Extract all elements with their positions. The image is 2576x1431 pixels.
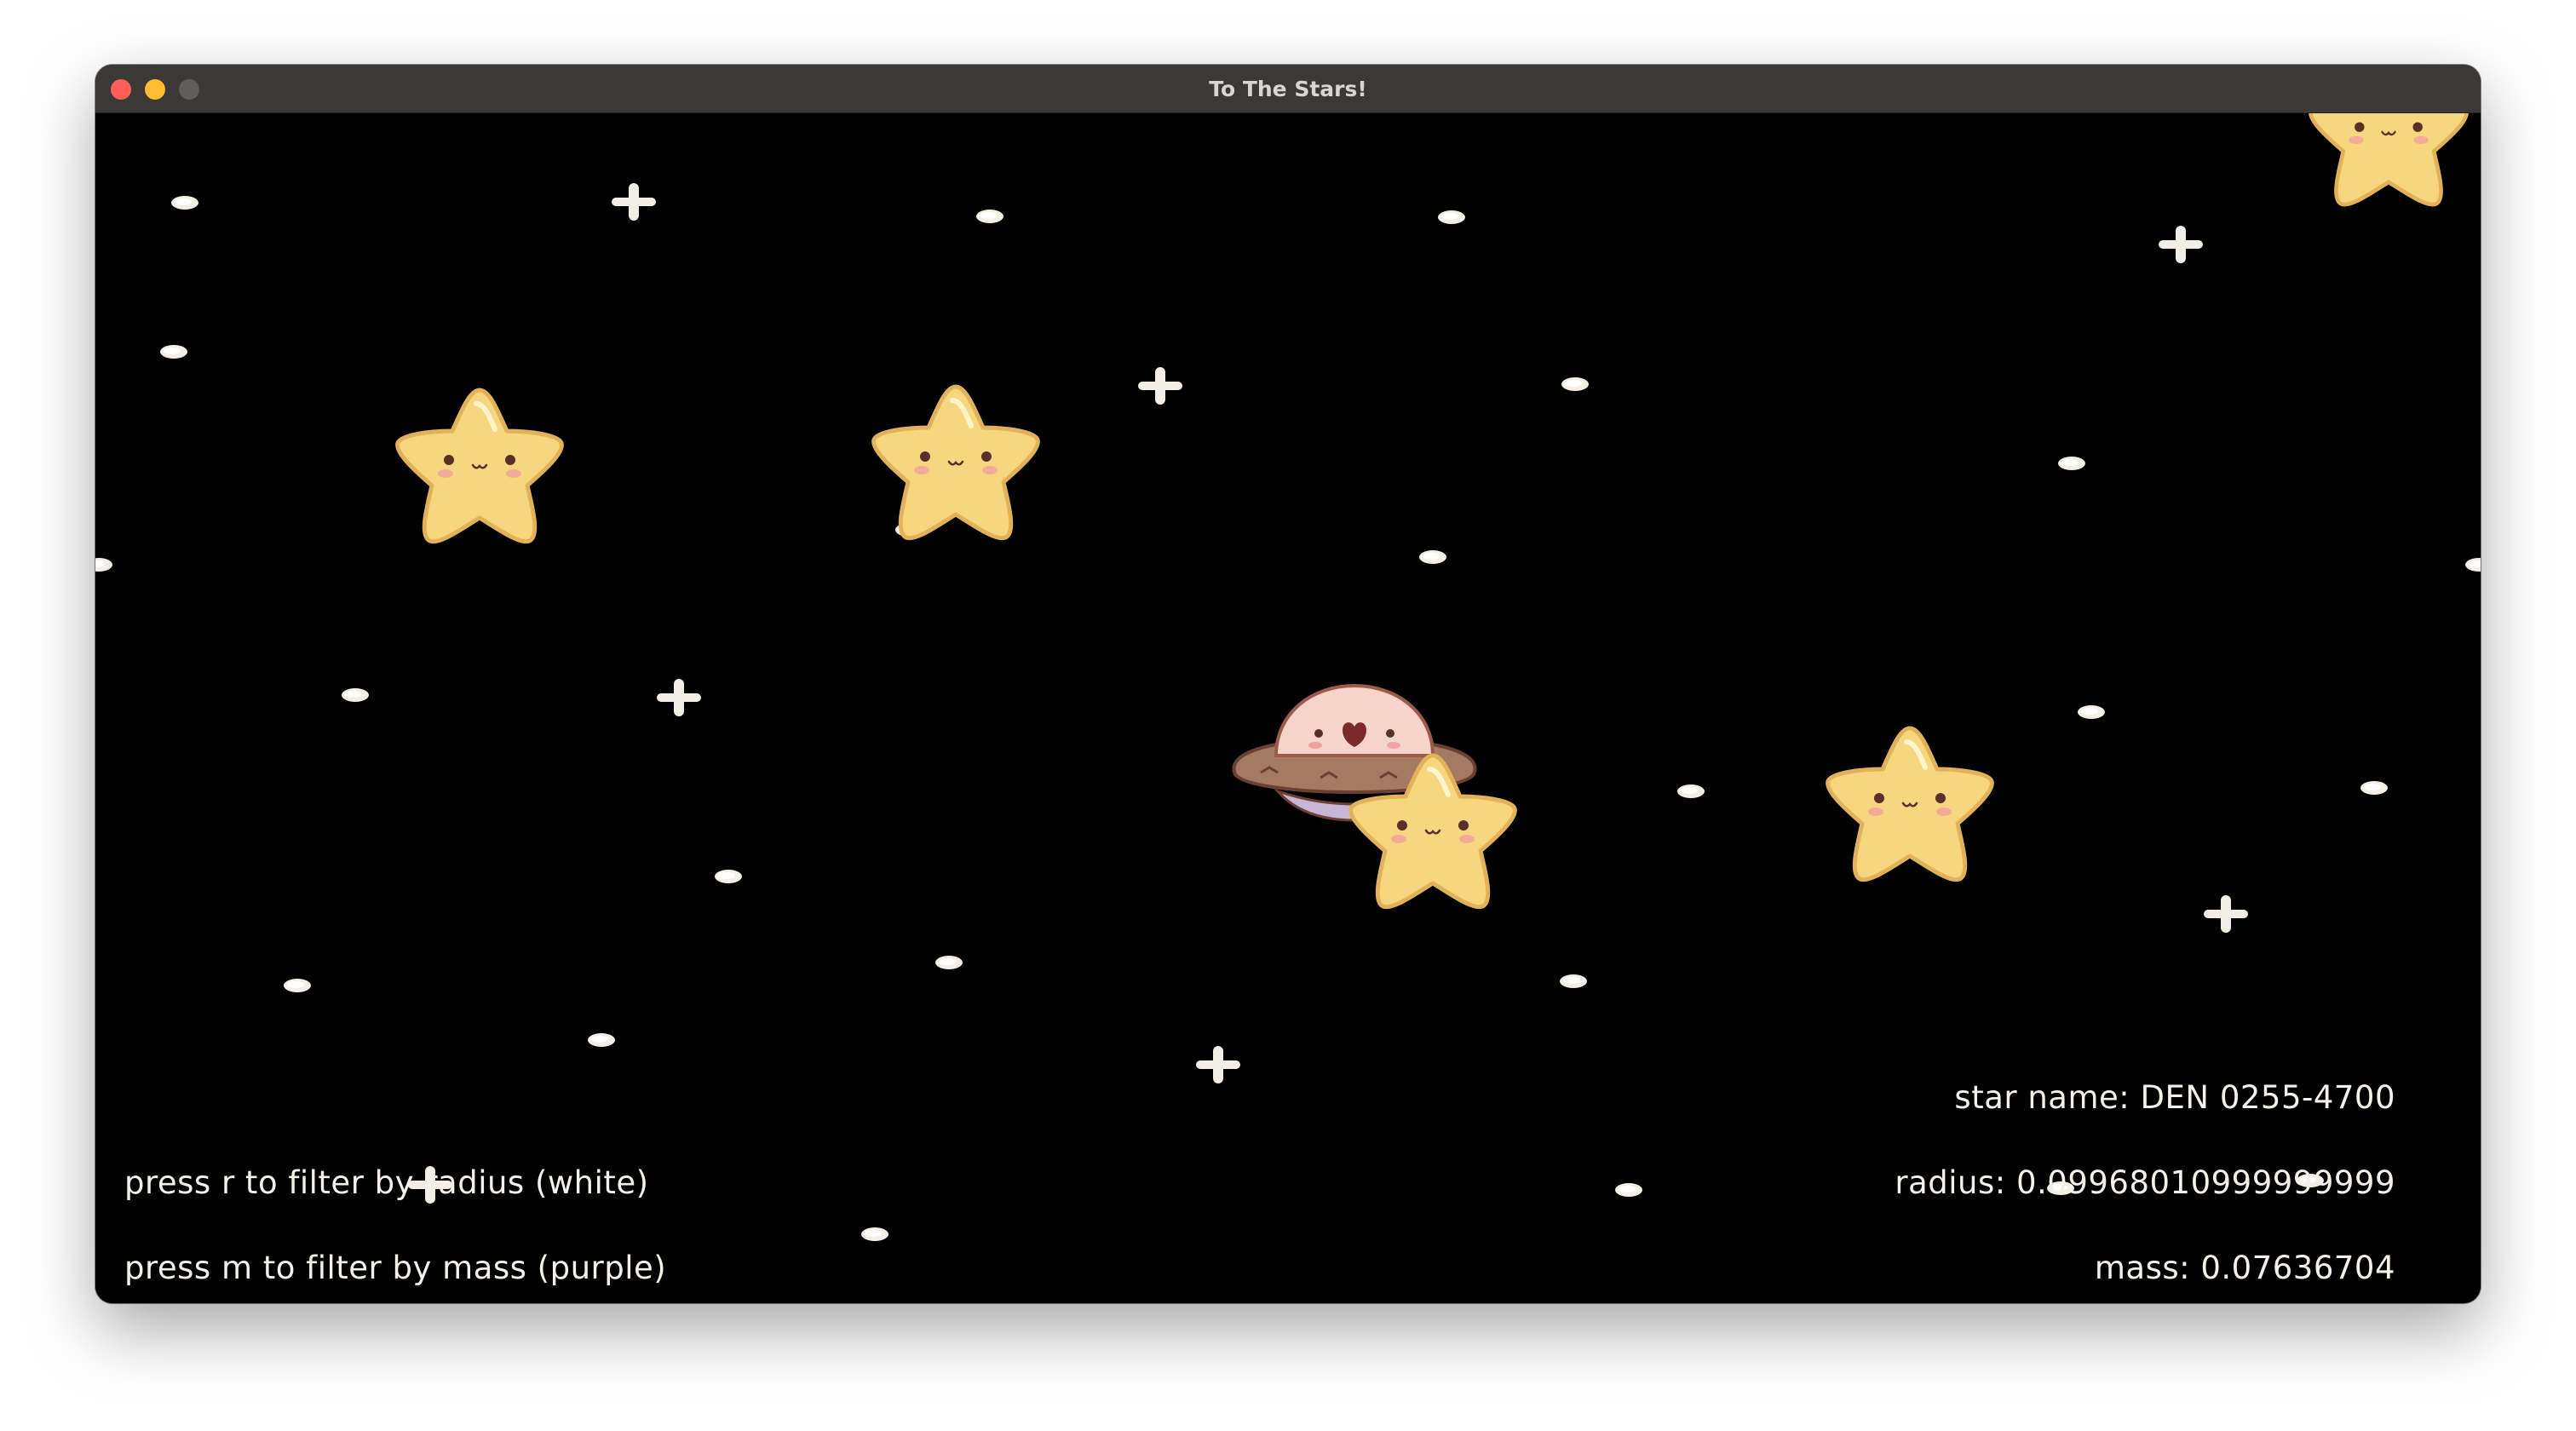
game-canvas[interactable]: press r to filter by radius (white) pres… bbox=[95, 113, 2481, 1303]
cute-star-icon bbox=[1828, 728, 1992, 880]
title-bar[interactable]: To The Stars! bbox=[95, 65, 2481, 113]
star-radius-label: radius: 0.09968010999999999 bbox=[1895, 1164, 2395, 1201]
window-title: To The Stars! bbox=[1209, 77, 1367, 101]
game-window: To The Stars! press r to filter by radiu… bbox=[95, 65, 2481, 1303]
starfield bbox=[95, 113, 2481, 1241]
star-mass-label: mass: 0.07636704 bbox=[2094, 1250, 2395, 1286]
cute-star-icon bbox=[874, 387, 1038, 538]
radius-filter-hint: press r to filter by radius (white) bbox=[124, 1164, 649, 1201]
cute-star-icon bbox=[398, 390, 562, 542]
desktop: To The Stars! press r to filter by radiu… bbox=[0, 0, 2576, 1431]
cute-star-icon bbox=[2310, 113, 2466, 204]
star-name-label: star name: DEN 0255-4700 bbox=[1954, 1079, 2395, 1116]
mass-filter-hint: press m to filter by mass (purple) bbox=[124, 1250, 667, 1286]
